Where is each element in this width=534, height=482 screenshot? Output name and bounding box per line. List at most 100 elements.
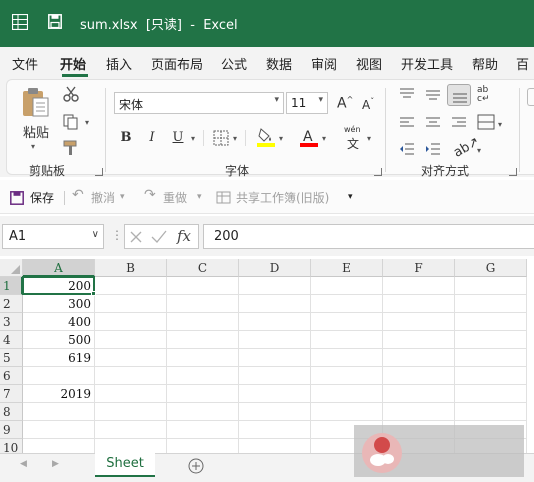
name-box[interactable]: A1 ∨ [2,224,104,249]
scroll-right-icon[interactable]: ▶ [52,459,59,469]
align-center-icon[interactable] [425,116,441,130]
redo-dropdown-icon[interactable]: ▾ [197,192,202,202]
tab-review[interactable]: 审阅 [311,54,337,73]
cell-a1[interactable]: 200 [23,277,95,295]
clipboard-launcher-icon[interactable] [95,168,103,176]
borders-dropdown-icon[interactable]: ▾ [233,134,237,143]
tab-insert[interactable]: 插入 [106,54,132,73]
fill-color-dropdown-icon[interactable]: ▾ [279,134,283,143]
cell-d4[interactable] [239,331,311,349]
phonetic-dropdown-icon[interactable]: ▾ [367,134,371,143]
redo-icon[interactable]: ↷ [144,187,156,203]
row-header-2[interactable]: 2 [0,295,23,313]
cell-c6[interactable] [167,367,239,385]
customize-qat-icon[interactable]: ▾ [348,192,353,202]
cell-a3[interactable]: 400 [23,313,95,331]
sheet-tab[interactable]: Sheet [95,453,155,477]
borders-icon[interactable] [213,130,229,146]
font-launcher-icon[interactable] [374,168,382,176]
cell-b4[interactable] [95,331,167,349]
cell-d8[interactable] [239,403,311,421]
cell-e7[interactable] [311,385,383,403]
cell-g6[interactable] [455,367,527,385]
cell-f2[interactable] [383,295,455,313]
column-header-g[interactable]: G [455,259,527,277]
scroll-left-icon[interactable]: ◀ [20,459,27,469]
cell-d5[interactable] [239,349,311,367]
column-header-e[interactable]: E [311,259,383,277]
share-workbook-button[interactable]: 共享工作簿(旧版) [236,189,329,206]
tab-help[interactable]: 帮助 [472,54,498,73]
cell-e4[interactable] [311,331,383,349]
enter-icon[interactable] [151,230,167,244]
cancel-icon[interactable] [129,230,143,244]
number-format-combo[interactable] [527,88,534,106]
phonetic-guide-icon[interactable]: 文 [347,135,359,152]
cell-c4[interactable] [167,331,239,349]
cell-a5[interactable]: 619 [23,349,95,367]
select-all-corner[interactable] [0,259,23,277]
underline-dropdown-icon[interactable]: ▾ [191,134,195,143]
cell-d7[interactable] [239,385,311,403]
align-middle-icon[interactable] [425,88,441,102]
font-color-dropdown-icon[interactable]: ▾ [322,134,326,143]
format-painter-icon[interactable] [63,140,79,156]
copy-dropdown-icon[interactable]: ▾ [85,118,89,127]
cell-e5[interactable] [311,349,383,367]
column-header-f[interactable]: F [383,259,455,277]
cell-f6[interactable] [383,367,455,385]
column-header-c[interactable]: C [167,259,239,277]
tab-formulas[interactable]: 公式 [221,54,247,73]
cell-a7[interactable]: 2019 [23,385,95,403]
cell-b2[interactable] [95,295,167,313]
cell-c5[interactable] [167,349,239,367]
phonetic-guide-label[interactable]: wén [344,125,361,134]
share-workbook-icon[interactable] [216,190,232,205]
cell-f5[interactable] [383,349,455,367]
merge-dropdown-icon[interactable]: ▾ [498,120,502,129]
more-options-icon[interactable]: ⋮ [111,228,123,242]
cell-b3[interactable] [95,313,167,331]
paste-icon[interactable] [21,86,51,118]
tab-developer[interactable]: 开发工具 [401,54,453,73]
font-name-combo[interactable]: 宋体 ▾ [114,92,284,114]
cell-d10[interactable] [239,439,311,453]
cell-d3[interactable] [239,313,311,331]
fill-color-icon[interactable] [257,127,275,147]
row-header-9[interactable]: 9 [0,421,23,439]
cell-d2[interactable] [239,295,311,313]
row-header-5[interactable]: 5 [0,349,23,367]
cell-b9[interactable] [95,421,167,439]
cell-g5[interactable] [455,349,527,367]
font-size-combo[interactable]: 11 ▾ [286,92,328,114]
italic-button[interactable]: I [143,128,161,148]
row-header-10[interactable]: 10 [0,439,23,453]
cell-a4[interactable]: 500 [23,331,95,349]
paste-button-label[interactable]: 粘贴 [23,122,49,141]
align-top-icon[interactable] [399,88,415,102]
insert-function-icon[interactable]: fx [177,227,191,245]
cell-a8[interactable] [23,403,95,421]
cell-f8[interactable] [383,403,455,421]
tab-data[interactable]: 数据 [266,54,292,73]
cell-d6[interactable] [239,367,311,385]
tab-more[interactable]: 百 [516,54,529,73]
cell-b7[interactable] [95,385,167,403]
tab-page-layout[interactable]: 页面布局 [151,54,203,73]
column-header-a[interactable]: A [23,259,95,277]
cell-e8[interactable] [311,403,383,421]
cell-f4[interactable] [383,331,455,349]
cell-b6[interactable] [95,367,167,385]
cell-b5[interactable] [95,349,167,367]
font-color-icon[interactable]: A [300,127,318,147]
cell-a6[interactable] [23,367,95,385]
cell-g8[interactable] [455,403,527,421]
plus-circle-icon[interactable] [188,458,204,474]
row-header-8[interactable]: 8 [0,403,23,421]
decrease-font-size-icon[interactable]: Aˇ [362,97,374,112]
cell-g1[interactable] [455,277,527,295]
orientation-dropdown-icon[interactable]: ▾ [477,146,481,155]
cell-b10[interactable] [95,439,167,453]
cell-a10[interactable] [23,439,95,453]
redo-button[interactable]: 重做 [163,189,187,206]
